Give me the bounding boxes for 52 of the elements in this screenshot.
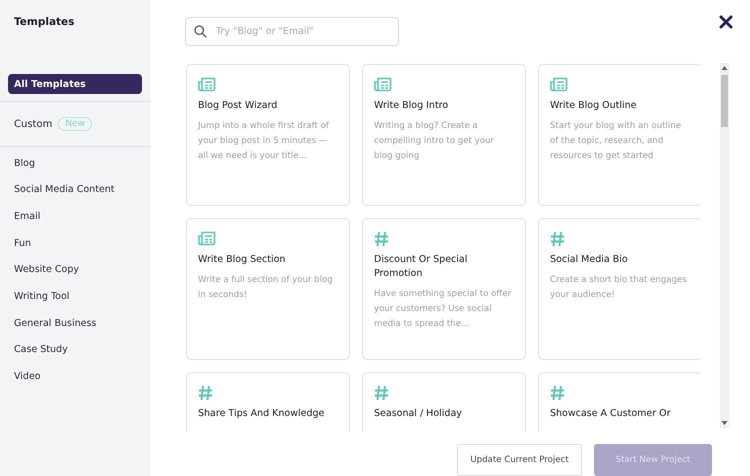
sidebar-item[interactable]: Video	[8, 366, 142, 386]
template-title: Social Media Bio	[550, 253, 629, 267]
sidebar-item[interactable]: General Business	[8, 313, 142, 334]
hashtag-icon	[374, 231, 389, 247]
newspaper-icon	[374, 77, 392, 92]
template-description: Create a short bio that engages your audience!	[550, 274, 688, 302]
scrollbar-thumb[interactable]	[721, 75, 728, 127]
sidebar-item[interactable]: Email	[8, 206, 142, 226]
sidebar-title: Templates	[13, 16, 76, 28]
scroll-up-icon[interactable]	[721, 65, 728, 71]
template-card[interactable]: Write Blog Outline Start your blog with an outline of the topic, research, and resources to get started	[538, 64, 700, 206]
sidebar-item[interactable]: Website Copy	[8, 260, 142, 280]
search-field[interactable]: Try "Blog" or "Email"	[185, 17, 399, 46]
sidebar-item[interactable]: All Templates	[8, 74, 142, 94]
sidebar-item[interactable]: Blog	[8, 153, 142, 173]
template-title: Write Blog Section	[198, 253, 286, 267]
sidebar-item[interactable]: Case Study	[8, 340, 142, 360]
template-title: Share Tips And Knowledge	[198, 407, 326, 421]
hashtag-icon	[550, 385, 565, 401]
scrollbar[interactable]	[720, 63, 729, 428]
template-card[interactable]: Write Blog Intro Writing a blog? Create a compelling intro to get your blog going	[362, 64, 526, 206]
newspaper-icon	[550, 77, 568, 92]
hashtag-icon	[198, 385, 213, 401]
template-title: Blog Post Wizard	[198, 99, 278, 113]
update-project-button[interactable]: Update Current Project	[457, 444, 582, 476]
template-card[interactable]: Write Blog Section Write a full section of your blog in seconds!	[186, 218, 350, 360]
template-description: Have something special to offer your customers? Use social media to spread the...	[374, 288, 512, 331]
newspaper-icon	[198, 77, 216, 92]
sidebar-item[interactable]: Writing Tool	[8, 286, 142, 306]
template-card[interactable]: Share Tips And Knowledge	[186, 372, 350, 432]
template-description: Writing a blog? Create a compelling intro to get your blog going	[374, 120, 495, 163]
close-button[interactable]	[718, 14, 734, 30]
sidebar-item[interactable]: Social Media Content	[8, 180, 142, 200]
template-card[interactable]: Blog Post Wizard Jump into a whole first draft of your blog post in 5 minutes — all we need is your title...	[186, 64, 350, 206]
template-title: Discount Or Special Promotion	[374, 253, 468, 281]
template-title: Write Blog Outline	[550, 99, 638, 113]
scroll-down-icon[interactable]	[721, 420, 728, 426]
sidebar-item[interactable]: Custom	[14, 118, 52, 130]
newspaper-icon	[198, 231, 216, 246]
new-badge: New	[58, 117, 92, 131]
hashtag-icon	[374, 385, 389, 401]
sidebar-item[interactable]: Fun	[8, 233, 142, 254]
template-description: Jump into a whole first draft of your blog post in 5 minutes — all we need is your title...	[198, 120, 330, 163]
template-card[interactable]: Discount Or Special Promotion Have something special to offer your customers? Use social media to spread the...	[362, 218, 526, 360]
template-card[interactable]: Social Media Bio Create a short bio that engages your audience!	[538, 218, 700, 360]
hashtag-icon	[550, 231, 565, 247]
template-title: Write Blog Intro	[374, 99, 450, 113]
template-title: Showcase A Customer Or	[550, 407, 672, 421]
search-icon	[194, 25, 207, 38]
template-title: Seasonal / Holiday	[374, 407, 463, 421]
template-description: Write a full section of your blog in seconds!	[198, 274, 334, 302]
template-description: Start your blog with an outline of the topic, research, and resources to get started	[550, 120, 682, 163]
